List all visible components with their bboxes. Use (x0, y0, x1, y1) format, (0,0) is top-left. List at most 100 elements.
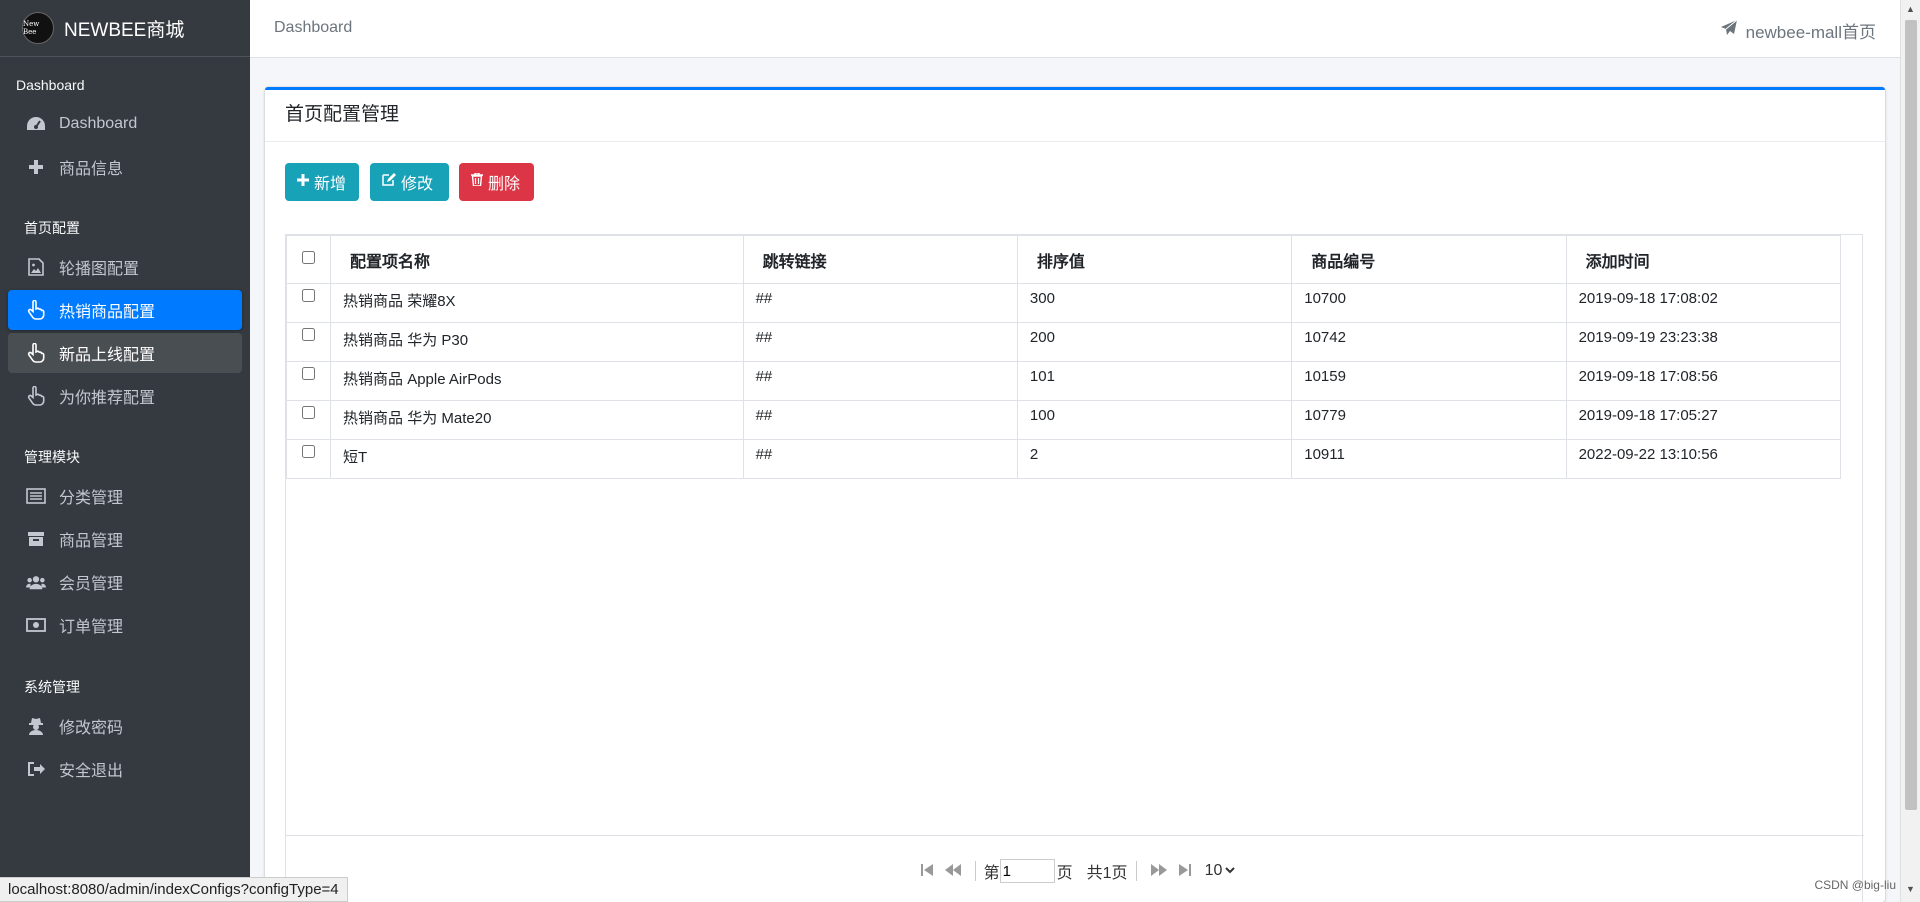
page-size-value: 10 (1204, 862, 1223, 879)
card-title: 首页配置管理 (265, 90, 1885, 142)
sidebar-item-members[interactable]: 会员管理 (8, 562, 242, 602)
home-link[interactable]: newbee-mall首页 (1720, 18, 1876, 43)
sidebar-item-label: 商品信息 (59, 161, 124, 178)
scroll-down-arrow-icon[interactable]: ▼ (1906, 884, 1915, 894)
cell-create-time: 2019-09-18 17:08:56 (1565, 361, 1842, 401)
sidebar-item-label: 修改密码 (59, 720, 124, 737)
table-header-row: 配置项名称 跳转链接 排序值 商品编号 添加时间 (285, 235, 1842, 284)
column-header-link[interactable]: 跳转链接 (742, 235, 1018, 284)
pager-divider (1135, 861, 1137, 881)
users-icon (26, 572, 46, 592)
cell-rank: 300 (1016, 283, 1293, 323)
row-select-cell (285, 439, 332, 479)
edit-button-label: 修改 (401, 176, 434, 193)
sidebar-item-label: Dashboard (59, 115, 138, 132)
prev-page-icon[interactable] (944, 863, 961, 880)
sidebar-item-recommend[interactable]: 为你推荐配置 (8, 376, 242, 416)
column-header-rank[interactable]: 排序值 (1016, 235, 1293, 284)
archive-icon (26, 529, 46, 549)
sidebar-item-carousel[interactable]: 轮播图配置 (8, 247, 242, 287)
cell-goods-id: 10779 (1291, 400, 1567, 440)
add-button-label: 新增 (314, 176, 347, 193)
sidebar: New Bee NEWBEE商城 Dashboard Dashboard 商品信… (0, 0, 250, 902)
cell-goods-id: 10911 (1291, 439, 1567, 479)
sidebar-item-orders[interactable]: 订单管理 (8, 605, 242, 645)
home-link-label: newbee-mall首页 (1745, 23, 1876, 42)
paper-plane-icon (1720, 19, 1738, 41)
cell-name: 短T (330, 439, 744, 479)
next-page-icon[interactable] (1150, 863, 1167, 880)
row-checkbox[interactable] (302, 289, 316, 302)
trash-icon (471, 172, 483, 191)
vertical-scrollbar[interactable]: ▲ ▼ (1900, 0, 1920, 902)
table-row[interactable]: 热销商品 荣耀8X ## 300 10700 2019-09-18 17:08:… (285, 283, 1842, 323)
row-select-cell (285, 283, 332, 323)
select-all-checkbox[interactable] (302, 250, 316, 264)
sidebar-item-change-password[interactable]: 修改密码 (8, 706, 242, 746)
last-page-icon[interactable] (1178, 863, 1191, 880)
row-checkbox[interactable] (302, 367, 316, 380)
sidebar-item-label: 新品上线配置 (59, 347, 156, 364)
page-total: 共1页 (1086, 865, 1128, 882)
sidebar-item-label: 商品管理 (59, 533, 124, 550)
column-header-goods-id[interactable]: 商品编号 (1291, 235, 1567, 284)
page-number-input[interactable] (999, 859, 1055, 883)
hand-pointer-icon (26, 386, 46, 406)
cell-goods-id: 10742 (1291, 322, 1567, 362)
delete-button-label: 删除 (488, 176, 521, 193)
sidebar-item-category[interactable]: 分类管理 (8, 476, 242, 516)
image-file-icon (26, 257, 46, 277)
table-row[interactable]: 热销商品 华为 P30 ## 200 10742 2019-09-19 23:2… (285, 322, 1842, 362)
sidebar-item-logout[interactable]: 安全退出 (8, 749, 242, 789)
cell-name: 热销商品 华为 Mate20 (330, 400, 744, 440)
money-icon (26, 615, 46, 635)
first-page-icon[interactable] (920, 863, 933, 880)
plus-icon (26, 157, 46, 177)
select-all-cell (285, 235, 332, 284)
cell-link: ## (742, 400, 1018, 440)
hand-pointer-icon (26, 343, 46, 363)
config-table: 配置项名称 跳转链接 排序值 商品编号 添加时间 热销商品 荣耀8X ## 30… (285, 235, 1842, 479)
sidebar-item-new-goods[interactable]: 新品上线配置 (8, 333, 242, 373)
sidebar-item-label: 分类管理 (59, 490, 124, 507)
cell-create-time: 2019-09-18 17:05:27 (1565, 400, 1842, 440)
plus-icon (297, 173, 309, 191)
config-grid: 配置项名称 跳转链接 排序值 商品编号 添加时间 热销商品 荣耀8X ## 30… (285, 234, 1864, 902)
sidebar-item-hot-goods[interactable]: 热销商品配置 (8, 290, 242, 330)
breadcrumb[interactable]: Dashboard (274, 19, 352, 37)
delete-button[interactable]: 删除 (459, 163, 534, 201)
cell-goods-id: 10700 (1291, 283, 1567, 323)
sidebar-item-goods[interactable]: 商品管理 (8, 519, 242, 559)
sidebar-item-dashboard[interactable]: Dashboard (8, 104, 242, 144)
cell-link: ## (742, 322, 1018, 362)
row-checkbox[interactable] (302, 445, 316, 458)
row-select-cell (285, 400, 332, 440)
brand-name: NEWBEE商城 (64, 19, 185, 41)
row-checkbox[interactable] (302, 406, 316, 419)
cell-name: 热销商品 Apple AirPods (330, 361, 744, 401)
cell-create-time: 2019-09-18 17:08:02 (1565, 283, 1842, 323)
table-row[interactable]: 热销商品 Apple AirPods ## 101 10159 2019-09-… (285, 361, 1842, 401)
sidebar-item-label: 订单管理 (59, 619, 124, 636)
page-prefix: 第 (983, 865, 1000, 882)
add-button[interactable]: 新增 (285, 163, 359, 201)
watermark: CSDN @big-liu (1814, 878, 1896, 892)
nav-header-system: 系统管理 (24, 679, 80, 695)
cell-create-time: 2019-09-19 23:23:38 (1565, 322, 1842, 362)
row-checkbox[interactable] (302, 328, 316, 341)
scroll-up-arrow-icon[interactable]: ▲ (1906, 4, 1915, 14)
brand[interactable]: New Bee NEWBEE商城 (0, 0, 250, 57)
sidebar-item-label: 为你推荐配置 (59, 390, 156, 407)
column-header-name[interactable]: 配置项名称 (330, 235, 744, 284)
table-row[interactable]: 短T ## 2 10911 2022-09-22 13:10:56 (285, 439, 1842, 479)
page-size-select[interactable]: 10 (1205, 862, 1236, 880)
table-row[interactable]: 热销商品 华为 Mate20 ## 100 10779 2019-09-18 1… (285, 400, 1842, 440)
scrollbar-thumb[interactable] (1905, 20, 1917, 810)
list-alt-icon (26, 486, 46, 506)
row-select-cell (285, 322, 332, 362)
pager-divider (974, 861, 976, 881)
sidebar-item-goods-info[interactable]: 商品信息 (8, 147, 242, 187)
edit-button[interactable]: 修改 (370, 163, 449, 201)
column-header-create-time[interactable]: 添加时间 (1565, 235, 1842, 284)
edit-icon (382, 173, 396, 191)
